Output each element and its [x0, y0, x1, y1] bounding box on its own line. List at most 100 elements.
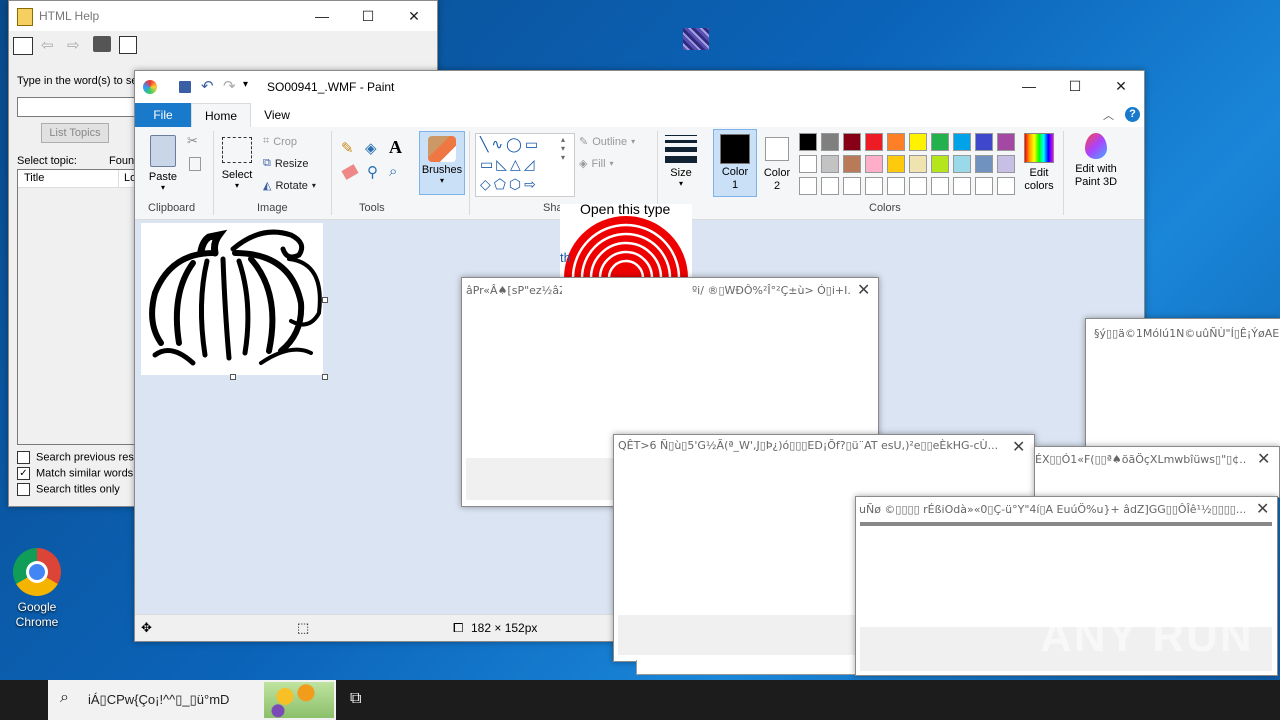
- brushes-button[interactable]: Brushes ▾: [419, 131, 465, 195]
- save-icon[interactable]: [179, 81, 191, 93]
- paint-close-button[interactable]: ✕: [1098, 71, 1144, 101]
- forward-icon[interactable]: ⇨: [67, 36, 80, 54]
- qat-dropdown-icon[interactable]: ▾: [243, 79, 248, 90]
- cut-icon[interactable]: ✂: [187, 133, 198, 149]
- palette-swatch[interactable]: [799, 177, 817, 195]
- palette-swatch[interactable]: [843, 155, 861, 173]
- dialog1-close-button[interactable]: ✕: [857, 280, 870, 300]
- search-icon: ⌕: [60, 689, 69, 706]
- hide-icon[interactable]: [13, 37, 33, 55]
- palette-swatch[interactable]: [953, 177, 971, 195]
- shapes-scroll[interactable]: ▴ ▾ ▾: [561, 135, 565, 162]
- palette-swatch[interactable]: [887, 133, 905, 151]
- select-button[interactable]: Select ▾: [219, 131, 255, 195]
- tab-file[interactable]: File: [135, 103, 191, 127]
- maximize-button[interactable]: ☐: [345, 1, 391, 31]
- size-icon: [665, 135, 697, 163]
- taskbar-search[interactable]: ⌕ iÁ▯CPw{Ço¡!^^▯_▯ü°mD: [48, 680, 336, 720]
- palette-swatch[interactable]: [865, 155, 883, 173]
- eraser-icon[interactable]: [341, 164, 359, 180]
- topic-list[interactable]: Title Lo: [17, 169, 137, 445]
- paint-canvas[interactable]: [141, 223, 323, 375]
- size-button[interactable]: Size ▾: [663, 131, 699, 195]
- move-icon: ✥: [141, 620, 152, 635]
- edit-paint3d-button[interactable]: Edit with Paint 3D: [1067, 133, 1125, 195]
- option-titles-only[interactable]: Search titles only: [17, 483, 120, 496]
- palette-swatch[interactable]: [975, 155, 993, 173]
- desktop-glitch-icon[interactable]: [683, 28, 709, 50]
- canvas-handle-corner[interactable]: [322, 374, 328, 380]
- help-search-input[interactable]: [17, 97, 137, 117]
- color-picker-icon[interactable]: ⚲: [367, 163, 378, 181]
- rotate-icon: ◭: [263, 180, 272, 192]
- col-title[interactable]: Title: [24, 172, 44, 184]
- dialog4-close-button[interactable]: ✕: [1257, 449, 1270, 469]
- rotate-button[interactable]: ◭ Rotate ▾: [263, 179, 316, 193]
- tab-view[interactable]: View: [257, 103, 297, 127]
- shapes-gallery[interactable]: ╲∿◯▭ ▭◺△◿ ◇⬠⬡⇨: [475, 133, 575, 197]
- tab-home[interactable]: Home: [191, 103, 251, 128]
- fill-icon[interactable]: ◈: [365, 139, 377, 157]
- redo-icon[interactable]: ↷: [223, 77, 236, 95]
- paste-button[interactable]: Paste ▾: [143, 131, 183, 195]
- palette-swatch[interactable]: [843, 177, 861, 195]
- palette-swatch[interactable]: [887, 155, 905, 173]
- palette-swatch[interactable]: [953, 133, 971, 151]
- palette-swatch[interactable]: [997, 155, 1015, 173]
- palette-swatch[interactable]: [953, 155, 971, 173]
- palette-swatch[interactable]: [909, 133, 927, 151]
- resize-button[interactable]: ⧉ Resize: [263, 157, 308, 170]
- palette-swatch[interactable]: [821, 155, 839, 173]
- palette-swatch[interactable]: [821, 177, 839, 195]
- dialog5-close-button[interactable]: ✕: [1256, 499, 1269, 519]
- palette-swatch[interactable]: [931, 177, 949, 195]
- option-search-previous[interactable]: Search previous resu: [17, 451, 140, 464]
- dialog1-title-tail: ºi/ ®▯WÐÔ%²Î°²Ç±ù> Ó▯i+I...: [692, 284, 850, 297]
- palette-swatch[interactable]: [843, 133, 861, 151]
- palette-swatch[interactable]: [821, 133, 839, 151]
- palette-swatch[interactable]: [909, 155, 927, 173]
- palette-swatch[interactable]: [931, 155, 949, 173]
- desktop-icon-chrome[interactable]: Google Chrome: [8, 548, 66, 630]
- palette-swatch[interactable]: [975, 177, 993, 195]
- palette-swatch[interactable]: [865, 133, 883, 151]
- canvas-handle-right[interactable]: [322, 297, 328, 303]
- crop-button[interactable]: ⌗ Crop: [263, 135, 297, 148]
- fill-button[interactable]: ◈ Fill ▾: [579, 157, 614, 171]
- palette-swatch[interactable]: [997, 133, 1015, 151]
- canvas-handle-bottom[interactable]: [230, 374, 236, 380]
- text-icon[interactable]: A: [389, 137, 402, 158]
- paint-maximize-button[interactable]: ☐: [1052, 71, 1098, 101]
- colors-group-label: Colors: [869, 202, 901, 214]
- palette-swatch[interactable]: [975, 133, 993, 151]
- minimize-button[interactable]: —: [299, 1, 345, 31]
- undo-icon[interactable]: ↶: [201, 77, 214, 95]
- palette-swatch[interactable]: [909, 177, 927, 195]
- back-icon[interactable]: ⇦: [41, 36, 54, 54]
- paint-minimize-button[interactable]: —: [1006, 71, 1052, 101]
- close-button[interactable]: ✕: [391, 1, 437, 31]
- help-icon[interactable]: ?: [1125, 107, 1140, 122]
- copy-icon[interactable]: [189, 157, 201, 171]
- option-match-similar[interactable]: ✓ Match similar words: [17, 467, 133, 480]
- color1-button[interactable]: Color 1: [713, 129, 757, 197]
- palette-swatch[interactable]: [887, 177, 905, 195]
- select-topic-label: Select topic:: [17, 155, 77, 167]
- outline-button[interactable]: ✎ Outline ▾: [579, 135, 635, 149]
- print-icon[interactable]: [93, 36, 111, 52]
- color2-button[interactable]: Color 2: [759, 133, 795, 195]
- task-view-icon[interactable]: ⧉: [350, 690, 361, 708]
- collapse-ribbon-icon[interactable]: ︿: [1103, 107, 1114, 123]
- magnifier-icon[interactable]: ⌕: [389, 163, 397, 180]
- edit-colors-button[interactable]: Edit colors: [1019, 133, 1059, 195]
- palette-swatch[interactable]: [931, 133, 949, 151]
- palette-swatch[interactable]: [865, 177, 883, 195]
- palette-swatch[interactable]: [799, 155, 817, 173]
- palette-swatch[interactable]: [997, 177, 1015, 195]
- chrome-icon: [13, 548, 61, 596]
- dialog3-close-button[interactable]: ✕: [1012, 437, 1025, 457]
- start-button[interactable]: [0, 680, 48, 720]
- pencil-icon[interactable]: ✎: [341, 139, 354, 157]
- options-icon[interactable]: [119, 36, 137, 54]
- palette-swatch[interactable]: [799, 133, 817, 151]
